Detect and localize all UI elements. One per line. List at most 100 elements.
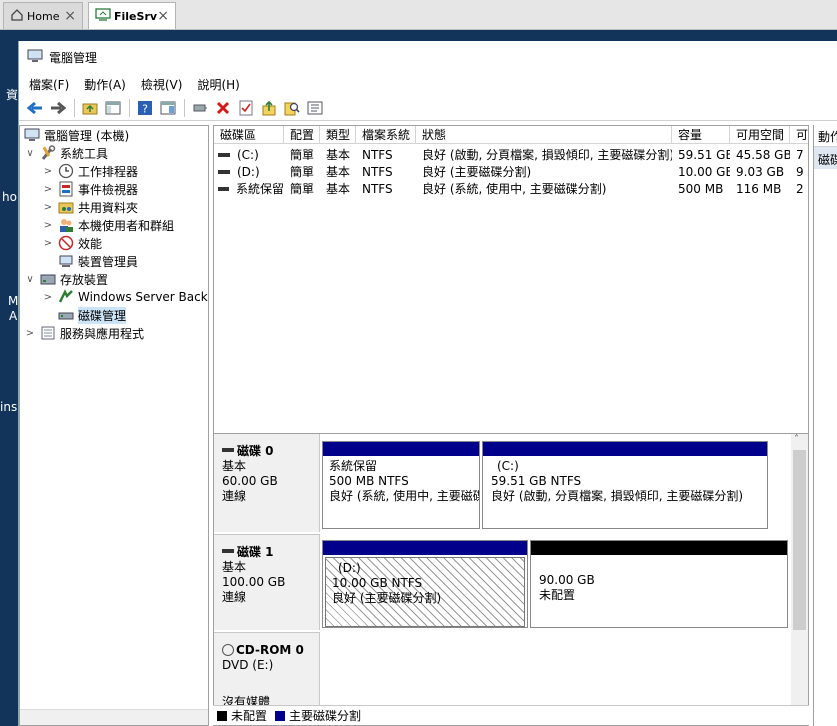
toolbar-separator	[129, 98, 130, 117]
svg-text:?: ?	[142, 102, 148, 115]
tab-home-close-icon[interactable]: ×	[64, 8, 76, 24]
table-row[interactable]: 系統保留 簡單 基本 NTFS 良好 (系統, 使用中, 主要磁碟分割) 500…	[214, 180, 808, 197]
menu-action[interactable]: 動作(A)	[84, 76, 126, 93]
home-icon	[10, 8, 24, 25]
chevron-right-icon[interactable]: >	[42, 166, 54, 177]
tree-item-label: 存放裝置	[60, 272, 109, 287]
tree-item-label: 服務與應用程式	[60, 326, 145, 341]
tree-item-windows-server-backup[interactable]: > Windows Server Backup	[42, 288, 208, 306]
desktop-fragment: ins	[0, 400, 18, 414]
tree-item-system-tools[interactable]: ∨ 系統工具	[24, 144, 108, 162]
tree-item-label: 本機使用者和群組	[78, 218, 175, 233]
chevron-right-icon[interactable]: >	[24, 328, 36, 339]
show-hide-tree-icon[interactable]	[102, 97, 124, 119]
partition-system-reserved[interactable]: 系統保留 500 MB NTFS 良好 (系統, 使用中, 主要磁碟分割)	[322, 441, 480, 529]
search-icon[interactable]	[281, 97, 303, 119]
properties-icon[interactable]	[157, 97, 179, 119]
partition-status: 良好 (系統, 使用中, 主要磁碟分割)	[329, 489, 479, 503]
disk-view-vertical-scrollbar[interactable]: ˄ ˅	[791, 434, 808, 725]
check-icon[interactable]	[235, 97, 257, 119]
table-row[interactable]: (D:) 簡單 基本 NTFS 良好 (主要磁碟分割) 10.00 GB 9.0…	[214, 163, 808, 180]
scrollbar-thumb[interactable]	[793, 450, 806, 630]
import-icon[interactable]	[258, 97, 280, 119]
free-space-cell: 9.03 GB	[736, 164, 785, 179]
column-header-layout[interactable]: 配置	[284, 126, 320, 144]
partition-status: 良好 (啟動, 分頁檔案, 損毀傾印, 主要磁碟分割)	[491, 489, 744, 503]
chevron-right-icon[interactable]: >	[42, 184, 54, 195]
desktop-fragment: ho	[2, 190, 17, 204]
free-space-cell: 45.58 GB	[736, 147, 790, 162]
chevron-down-icon[interactable]: ∨	[24, 274, 36, 285]
menu-view[interactable]: 檢視(V)	[141, 76, 183, 93]
toolbar-separator	[184, 98, 185, 117]
back-arrow-icon[interactable]	[24, 97, 46, 119]
column-header-capacity[interactable]: 容量	[672, 126, 730, 144]
delete-icon[interactable]	[212, 97, 234, 119]
disk-1-label[interactable]: 磁碟 1 基本 100.00 GB 連線	[214, 534, 320, 630]
chevron-down-icon[interactable]: ∨	[24, 148, 36, 159]
legend: 未配置 主要磁碟分割	[213, 705, 809, 725]
tree-item-shared-folders[interactable]: > 共用資料夾	[42, 198, 138, 216]
menu-file[interactable]: 檔案(F)	[29, 76, 69, 93]
partition-unallocated[interactable]: 90.00 GB 未配置	[530, 540, 788, 628]
details-icon[interactable]	[304, 97, 326, 119]
partition-d[interactable]: (D:) 10.00 GB NTFS 良好 (主要磁碟分割)	[322, 540, 528, 628]
tree-item-services-and-apps[interactable]: > 服務與應用程式	[24, 324, 144, 342]
connect-icon[interactable]	[189, 97, 211, 119]
title-bar: 電腦管理	[19, 41, 837, 73]
menu-help[interactable]: 說明(H)	[197, 76, 239, 93]
volume-list: 磁碟區 配置 類型 檔案系統 狀態 容量 可用空間 可 (C:) 簡單 基本 N…	[213, 125, 809, 467]
column-header-volume[interactable]: 磁碟區	[214, 126, 284, 144]
column-header-percent-free[interactable]: 可	[790, 126, 808, 144]
column-header-free-space[interactable]: 可用空間	[730, 126, 790, 144]
disk-graphical-view: 磁碟 0 基本 60.00 GB 連線 系統保留 500 MB NTFS 良好 …	[213, 433, 809, 726]
column-header-type[interactable]: 類型	[320, 126, 356, 144]
chevron-right-icon[interactable]: >	[42, 292, 54, 303]
disk-icon	[222, 549, 234, 553]
partition-label: (D:)	[338, 561, 361, 575]
up-folder-icon[interactable]	[79, 97, 101, 119]
action-item-disk-management[interactable]: 磁碟管理	[814, 147, 837, 169]
forward-arrow-icon[interactable]	[47, 97, 69, 119]
volume-icon	[218, 169, 230, 174]
tree-item-device-manager[interactable]: 裝置管理員	[42, 252, 138, 270]
tree-item-task-scheduler[interactable]: > 工作排程器	[42, 162, 138, 180]
partition-size: 10.00 GB NTFS	[332, 576, 423, 590]
tree-horizontal-scrollbar[interactable]	[20, 709, 208, 725]
column-header-filesystem[interactable]: 檔案系統	[356, 126, 416, 144]
status-cell: 良好 (主要磁碟分割)	[422, 165, 532, 179]
disk-state: 連線	[222, 590, 247, 604]
tree-item-computer-management[interactable]: 電腦管理 (本機)	[24, 126, 129, 144]
type-cell: 基本	[326, 148, 351, 162]
volume-cell: (C:)	[218, 146, 284, 163]
table-row[interactable]: (C:) 簡單 基本 NTFS 良好 (啟動, 分頁檔案, 損毀傾印, 主要磁碟…	[214, 146, 808, 163]
tree-item-local-users[interactable]: > 本機使用者和群組	[42, 216, 174, 234]
chevron-right-icon[interactable]: >	[42, 220, 54, 231]
legend-label-unallocated: 未配置	[231, 709, 268, 723]
tree-item-label: 效能	[78, 236, 103, 251]
navigation-tree: 電腦管理 (本機) ∨ 系統工具 > 工作排程器 > 事件檢視器 > 共用資料夾…	[19, 125, 209, 726]
tab-home[interactable]: Home ×	[3, 2, 83, 29]
cd-icon	[222, 644, 234, 656]
disk-0-label[interactable]: 磁碟 0 基本 60.00 GB 連線	[214, 434, 320, 532]
chevron-right-icon[interactable]: >	[42, 202, 54, 213]
tree-item-storage[interactable]: ∨ 存放裝置	[24, 270, 108, 288]
help-icon[interactable]: ?	[134, 97, 156, 119]
tree-item-event-viewer[interactable]: > 事件檢視器	[42, 180, 138, 198]
tab-filesrv[interactable]: FileSrv ×	[88, 2, 176, 29]
services-icon	[40, 325, 56, 341]
tree-item-label: 裝置管理員	[78, 254, 139, 269]
disk-name: 磁碟 0	[237, 444, 274, 458]
tree-item-performance[interactable]: > 效能	[42, 234, 102, 252]
disk-icon	[222, 448, 234, 452]
partition-size: 90.00 GB	[539, 573, 595, 587]
clock-icon	[58, 163, 74, 179]
tab-home-label: Home	[27, 9, 60, 23]
tab-filesrv-close-icon[interactable]: ×	[157, 8, 169, 24]
chevron-right-icon[interactable]: >	[42, 238, 54, 249]
partition-c[interactable]: (C:) 59.51 GB NTFS 良好 (啟動, 分頁檔案, 損毀傾印, 主…	[482, 441, 768, 529]
column-header-status[interactable]: 狀態	[416, 126, 672, 144]
tree-item-label: 磁碟管理	[78, 306, 127, 324]
tree-item-disk-management[interactable]: 磁碟管理	[42, 306, 127, 324]
scroll-up-icon[interactable]: ˄	[794, 434, 799, 445]
